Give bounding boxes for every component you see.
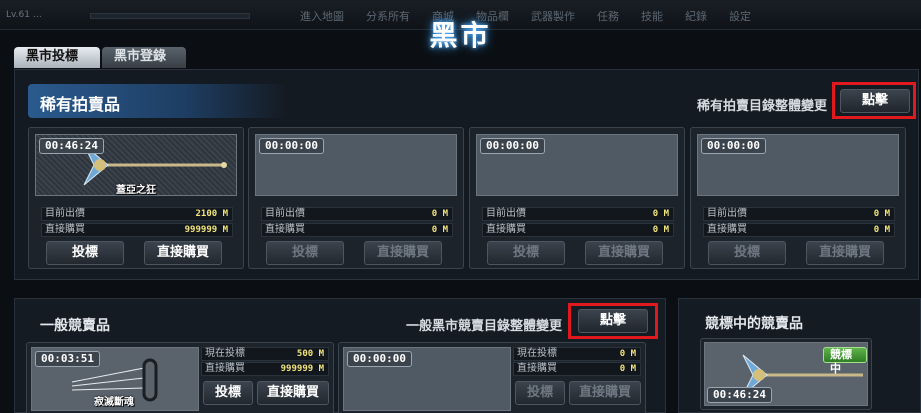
rare-auction-card: 00:00:00 目前出價 0 M 直接購買 0 M 投標 直接購買 — [469, 127, 685, 269]
rare-timer: 00:00:00 — [259, 138, 324, 154]
buyout-row: 直接購買 0 M — [482, 223, 674, 237]
general-section-title: 一般競賣品 — [40, 318, 110, 334]
general-timer: 00:00:00 — [347, 351, 412, 367]
current-bid-value: 0 M — [619, 349, 636, 359]
tab-market-register[interactable]: 黑市登錄 — [102, 47, 186, 68]
rare-auction-card: 00:46:24 蓋亞之狂 目前出價 2100 M 直接購買 999999 M … — [28, 127, 244, 269]
rare-auction-card: 00:00:00 目前出價 0 M 直接購買 0 M 投標 直接購買 — [248, 127, 464, 269]
general-refresh-notice: 一般黑市競賣目錄整體變更 — [406, 319, 563, 334]
bidding-status-badge: 競標中 — [823, 347, 867, 375]
highlight-box — [568, 303, 658, 339]
buyout-value: 999999 M — [184, 225, 228, 235]
highlight-box — [832, 82, 916, 119]
rare-timer: 00:46:24 — [39, 138, 104, 154]
bid-button[interactable]: 投標 — [515, 381, 565, 405]
buyout-row: 直接購買 999999 M — [201, 362, 329, 376]
current-bid-row: 現在投標 500 M — [201, 347, 329, 361]
item-image[interactable]: 競標中 00:46:24 — [704, 342, 868, 406]
rare-timer: 00:00:00 — [701, 138, 766, 154]
buyout-value: 0 M — [619, 364, 636, 374]
bid-button[interactable]: 投標 — [203, 381, 253, 405]
buyout-row: 直接購買 999999 M — [41, 223, 233, 237]
general-auction-card: 00:00:00 現在投標 0 M 直接購買 0 M 投標 直接購買 — [338, 342, 646, 413]
item-image: 00:00:00 — [476, 134, 678, 196]
item-image[interactable]: 00:46:24 蓋亞之狂 — [35, 134, 237, 196]
buyout-value: 0 M — [431, 225, 448, 235]
current-bid-label: 現在投標 — [517, 348, 557, 359]
buyout-row: 直接購買 0 M — [703, 223, 895, 237]
buyout-button[interactable]: 直接購買 — [257, 381, 329, 405]
current-bid-row: 目前出價 0 M — [703, 207, 895, 221]
current-bid-value: 0 M — [873, 209, 890, 219]
buyout-row: 直接購買 0 M — [261, 223, 453, 237]
current-bid-row: 現在投標 0 M — [513, 347, 641, 361]
bid-button[interactable]: 投標 — [266, 241, 344, 265]
current-bid-row: 目前出價 0 M — [261, 207, 453, 221]
item-image[interactable]: 00:03:51 寂滅斷魂 — [31, 347, 199, 411]
buyout-value: 0 M — [873, 225, 890, 235]
bidding-section-title: 競標中的競賣品 — [705, 316, 803, 332]
buyout-value: 0 M — [652, 225, 669, 235]
current-bid-value: 2100 M — [195, 209, 228, 219]
rare-auction-card: 00:00:00 目前出價 0 M 直接購買 0 M 投標 直接購買 — [690, 127, 906, 269]
buyout-label: 直接購買 — [205, 363, 245, 374]
current-bid-label: 現在投標 — [205, 348, 245, 359]
current-bid-row: 目前出價 2100 M — [41, 207, 233, 221]
buyout-label: 直接購買 — [517, 363, 557, 374]
general-auction-card: 00:03:51 寂滅斷魂 現在投標 500 M 直接購買 999999 M 投… — [26, 342, 334, 413]
buyout-value: 999999 M — [280, 364, 324, 374]
current-bid-label: 目前出價 — [45, 208, 85, 219]
bid-button[interactable]: 投標 — [46, 241, 124, 265]
bidding-item-card: 競標中 00:46:24 — [700, 338, 872, 410]
current-bid-row: 目前出價 0 M — [482, 207, 674, 221]
bidding-timer: 00:46:24 — [707, 387, 772, 403]
rare-timer: 00:00:00 — [480, 138, 545, 154]
buyout-button[interactable]: 直接購買 — [569, 381, 641, 405]
buyout-row: 直接購買 0 M — [513, 362, 641, 376]
rare-section-header: 稀有拍賣品 — [28, 84, 288, 118]
item-image: 00:00:00 — [343, 347, 511, 411]
item-image: 00:00:00 — [255, 134, 457, 196]
item-name: 寂滅斷魂 — [94, 397, 134, 408]
general-timer: 00:03:51 — [35, 351, 100, 367]
buyout-label: 直接購買 — [45, 224, 85, 235]
tab-market-bid[interactable]: 黑市投標 — [14, 47, 100, 68]
buyout-label: 直接購買 — [486, 224, 526, 235]
current-bid-value: 500 M — [296, 349, 324, 359]
current-bid-label: 目前出價 — [486, 208, 526, 219]
current-bid-value: 0 M — [431, 209, 448, 219]
item-image: 00:00:00 — [697, 134, 899, 196]
bid-button[interactable]: 投標 — [487, 241, 565, 265]
current-bid-label: 目前出價 — [265, 208, 305, 219]
item-name: 蓋亞之狂 — [116, 185, 156, 196]
bid-button[interactable]: 投標 — [708, 241, 786, 265]
buyout-button[interactable]: 直接購買 — [144, 241, 222, 265]
current-bid-label: 目前出價 — [707, 208, 747, 219]
rare-refresh-notice: 稀有拍賣目錄整體變更 — [697, 99, 828, 114]
buyout-button[interactable]: 直接購買 — [806, 241, 884, 265]
current-bid-value: 0 M — [652, 209, 669, 219]
buyout-button[interactable]: 直接購買 — [364, 241, 442, 265]
buyout-button[interactable]: 直接購買 — [585, 241, 663, 265]
buyout-label: 直接購買 — [265, 224, 305, 235]
buyout-label: 直接購買 — [707, 224, 747, 235]
rare-section-title: 稀有拍賣品 — [40, 95, 121, 114]
